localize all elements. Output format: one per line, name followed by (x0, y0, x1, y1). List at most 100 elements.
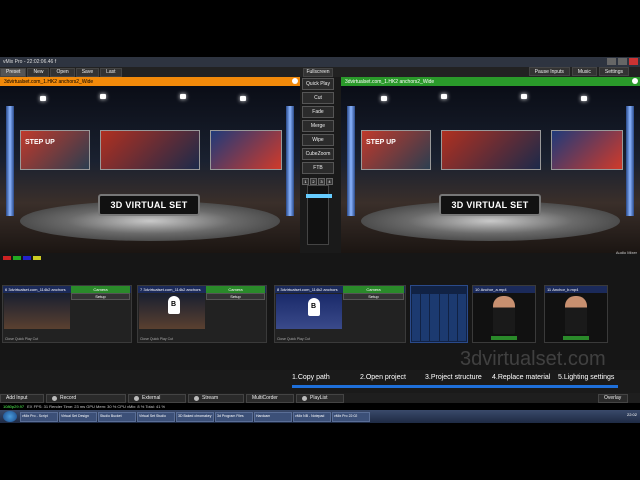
anchor-desk: 3D VIRTUAL SET (439, 194, 541, 216)
folder-slot[interactable] (412, 294, 421, 341)
multicorder-button[interactable]: MultiCorder (246, 393, 294, 403)
stream-label: Stream (202, 395, 219, 401)
taskbar-item[interactable]: Virtual Set Design (59, 411, 97, 422)
gear-icon[interactable] (292, 78, 298, 84)
title-bar: vMix Pro - 22:02:06.46 f (0, 57, 640, 67)
setup-button[interactable]: Setup (71, 293, 130, 300)
step-underline (492, 385, 558, 388)
preset-button[interactable]: Preset (0, 67, 27, 77)
ceiling-light (240, 96, 246, 101)
app-window: vMix Pro - 22:02:06.46 f Preset New Open… (0, 0, 640, 480)
taskbar-item[interactable]: 3D Baked chromakey (176, 411, 214, 422)
taskbar-item[interactable]: vMix Pro - Script (20, 411, 58, 422)
anchor-input[interactable]: 10 Anchor_a.mp4 (472, 285, 536, 343)
color-tag[interactable] (33, 256, 41, 260)
step-tab[interactable]: 3.Project structure (425, 374, 492, 388)
input-tile[interactable]: 6 3dvirtualset.com_114k2 anchors Camera … (2, 285, 132, 343)
start-icon[interactable] (3, 411, 17, 422)
step-tab[interactable]: 1.Copy path (292, 374, 360, 388)
status-badge (563, 336, 589, 340)
anchor-desk: 3D VIRTUAL SET (98, 194, 200, 216)
camera-button[interactable]: Camera (206, 286, 265, 293)
preview-window[interactable]: STEP UP 3D VIRTUAL SET (0, 86, 300, 253)
close-icon[interactable] (629, 58, 638, 65)
taskbar-item[interactable]: 3d Program Files (215, 411, 253, 422)
window-controls (607, 58, 638, 65)
set-pillar (347, 106, 355, 216)
color-tag[interactable] (23, 256, 31, 260)
settings-button[interactable]: Settings (598, 67, 629, 76)
add-input-button[interactable]: Add Input (0, 393, 44, 403)
anchor-thumbnail[interactable] (565, 296, 587, 334)
taskbar-item[interactable]: vMix Pro 22:02 (332, 411, 370, 422)
image-folder-input[interactable] (410, 285, 468, 343)
taskbar-item[interactable]: vMix NB - Notepad (293, 411, 331, 422)
folder-slot[interactable] (457, 294, 467, 341)
fullscreen-button[interactable]: Fullscreen (303, 67, 333, 77)
step-tab[interactable]: 2.Open project (360, 374, 425, 388)
open-button[interactable]: Open (50, 67, 75, 77)
new-button[interactable]: New (27, 67, 50, 77)
taskbar-item[interactable]: Hardcam (254, 411, 292, 422)
taskbar-item[interactable]: Studio Bucket (98, 411, 136, 422)
color-tag[interactable] (13, 256, 21, 260)
overlay-label: Overlay (604, 395, 622, 401)
transition-button[interactable]: Cut (302, 92, 334, 104)
folder-slot[interactable] (430, 294, 439, 341)
set-pillar (626, 106, 634, 216)
window-title: vMix Pro - 22:02:06.46 f (3, 59, 57, 65)
playlist-button[interactable]: PlayList (296, 393, 344, 403)
step-tab[interactable]: 4.Replace material (492, 374, 558, 388)
anchor-input[interactable]: 11 Anchor_b.mp4 (544, 285, 608, 343)
setup-button[interactable]: Setup (206, 293, 265, 300)
transition-button[interactable]: Wipe (302, 134, 334, 146)
input-tile[interactable]: 8 3dvirtualset.com_114k2 anchors Camera … (274, 285, 406, 343)
transition-number[interactable]: 1 (302, 178, 309, 185)
transition-button[interactable]: FTB (302, 162, 334, 174)
transition-button[interactable]: CubeZoom (302, 148, 334, 160)
external-button[interactable]: External (128, 393, 186, 403)
transition-number[interactable]: 3 (318, 178, 325, 185)
t-bar-slider[interactable] (306, 185, 332, 245)
taskbar-item[interactable]: Virtual Set Studio (137, 411, 175, 422)
transition-button[interactable]: Merge (302, 120, 334, 132)
step-underline (292, 385, 360, 388)
record-button[interactable]: Record (46, 393, 126, 403)
last-button[interactable]: Last (100, 67, 122, 77)
camera-button[interactable]: Camera (71, 286, 130, 293)
stream-button[interactable]: Stream (188, 393, 244, 403)
audio-mixer-label[interactable]: Audio Mixer (616, 250, 637, 255)
input-name: 11 Anchor_b.mp4 (545, 286, 607, 293)
minimize-icon[interactable] (607, 58, 616, 65)
input-thumbnail[interactable] (4, 294, 70, 329)
gear-icon (194, 395, 199, 401)
color-tag[interactable] (3, 256, 11, 260)
pause-inputs-button[interactable]: Pause Inputs (528, 67, 570, 76)
playlist-label: PlayList (310, 395, 328, 401)
overlay-button[interactable]: Overlay (598, 393, 628, 403)
maximize-icon[interactable] (618, 58, 627, 65)
input-controls: Camera Setup (71, 286, 130, 300)
setup-button[interactable]: Setup (343, 293, 404, 300)
gear-icon[interactable] (632, 78, 638, 84)
folder-slot[interactable] (439, 294, 448, 341)
step-tab[interactable]: 5.Lighting settings (558, 374, 618, 388)
set-pillar (286, 106, 294, 216)
ceiling-light (581, 96, 587, 101)
transition-button[interactable]: Quick Play (302, 78, 334, 90)
ceiling-light (521, 94, 527, 99)
output-window[interactable]: STEP UP 3D VIRTUAL SET (341, 86, 640, 253)
save-button[interactable]: Save (75, 67, 100, 77)
t-bar-handle[interactable] (306, 194, 332, 198)
transition-number[interactable]: 4 (326, 178, 333, 185)
music-button[interactable]: Music (571, 67, 597, 76)
transition-button[interactable]: Fade (302, 106, 334, 118)
status-badge (491, 336, 517, 340)
anchor-thumbnail[interactable] (493, 296, 515, 334)
camera-button[interactable]: Camera (343, 286, 404, 293)
folder-slot[interactable] (448, 294, 457, 341)
folder-slot[interactable] (421, 294, 430, 341)
ceiling-light (441, 94, 447, 99)
transition-number[interactable]: 2 (310, 178, 317, 185)
input-tile[interactable]: 7 3dvirtualset.com_114k2 anchors Camera … (137, 285, 267, 343)
